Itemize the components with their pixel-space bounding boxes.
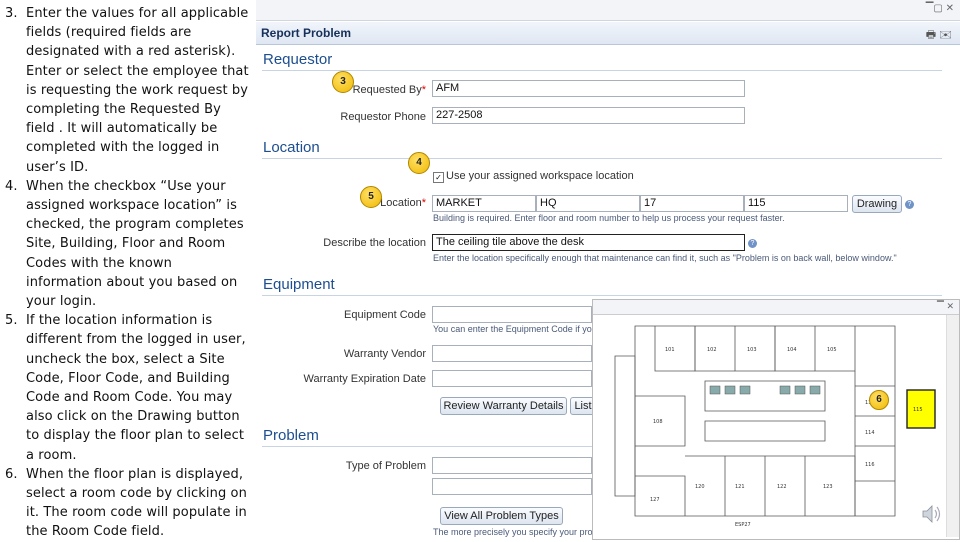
step-badge-3: 3 [332,71,354,93]
svg-text:116: 116 [865,462,875,468]
instruction-text: Enter the values for all applicable fiel… [26,6,249,175]
section-divider [262,70,942,71]
instruction-number: 3. [5,6,18,21]
review-warranty-button[interactable]: Review Warranty Details [440,397,567,415]
problem-hint: The more precisely you specify your prob… [433,527,613,537]
instructions-panel: 3. Enter the values for all applicable fi… [0,0,254,540]
use-workspace-checkbox[interactable]: ✓ [433,172,444,183]
section-equipment: Equipment [263,276,335,293]
window-top-strip: ▔▢ ✕ [256,0,960,21]
instruction-item: 5. If the location information is differe… [0,311,250,465]
view-all-problem-types-button[interactable]: View All Problem Types [440,507,563,525]
equipment-code-hint: You can enter the Equipment Code if you … [433,324,604,334]
instruction-list: 3. Enter the values for all applicable fi… [0,4,254,542]
type-of-problem-input[interactable] [432,457,592,474]
help-icon[interactable]: ? [905,200,914,209]
svg-text:104: 104 [787,347,797,353]
step-badge-5: 5 [360,186,382,208]
instruction-text: When the checkbox “Use your assigned wor… [26,178,244,310]
drawing-button[interactable]: Drawing [852,195,902,213]
building-code-input[interactable]: HQ [536,195,640,212]
svg-text:120: 120 [695,484,705,490]
svg-text:103: 103 [747,347,757,353]
svg-text:123: 123 [823,484,833,490]
warranty-expiration-input[interactable] [432,370,592,387]
svg-text:108: 108 [653,419,663,425]
section-problem: Problem [263,427,319,444]
step-badge-4: 4 [408,152,430,174]
warranty-expiration-label: Warranty Expiration Date [303,373,426,385]
speaker-icon[interactable] [920,503,942,525]
instruction-number: 4. [5,178,18,194]
floor-plan-controls-icon[interactable]: ▔ ✕ [937,301,954,312]
form-title: Report Problem [261,26,352,40]
svg-text:122: 122 [777,484,787,490]
instruction-number: 6. [5,466,18,482]
instruction-item: 6. When the floor plan is displayed, sele… [0,465,250,542]
describe-location-hint: Enter the location specifically enough t… [433,253,897,263]
instruction-text: If the location information is different… [26,313,246,463]
section-divider [262,295,942,296]
requestor-phone-input[interactable]: 227-2508 [432,107,745,124]
type-of-problem-sub-input[interactable] [432,478,592,495]
svg-text:114: 114 [865,430,875,436]
svg-text:105: 105 [827,347,837,353]
floor-plan-scrollbar[interactable] [946,315,959,537]
step-badge-6: 6 [869,390,889,410]
describe-location-input[interactable]: The ceiling tile above the desk [432,234,745,251]
floor-plan-window: ▔ ✕ 101 102 103 104 105 108 114 116 120 … [592,299,960,540]
location-hint: Building is required. Enter floor and ro… [433,213,785,223]
section-divider [262,158,942,159]
describe-location-label: Describe the location [323,237,426,249]
svg-text:115: 115 [913,407,923,413]
use-workspace-label: Use your assigned workspace location [446,170,634,182]
requestor-phone-label: Requestor Phone [340,111,426,123]
warranty-vendor-input[interactable] [432,345,592,362]
instruction-number: 5. [5,313,18,329]
form-titlebar: Report Problem 🖶 ✉ [256,22,960,45]
print-email-icons[interactable]: 🖶 ✉ [926,26,952,45]
floor-plan-titlebar: ▔ ✕ [593,300,959,315]
instruction-item: 4. When the checkbox “Use your assigned w… [0,177,250,311]
svg-text:102: 102 [707,347,717,353]
svg-text:ESP27: ESP27 [735,522,751,528]
window-controls-icon[interactable]: ▔▢ ✕ [926,3,954,14]
svg-text:127: 127 [650,497,660,503]
equipment-code-input[interactable] [432,306,592,323]
type-of-problem-label: Type of Problem [345,460,426,472]
site-code-input[interactable]: MARKET [432,195,536,212]
svg-text:101: 101 [665,347,675,353]
instruction-item: 3. Enter the values for all applicable fi… [0,4,250,177]
section-requestor: Requestor [263,51,333,68]
room-code-input[interactable]: 115 [744,195,848,212]
section-location: Location [263,139,320,156]
warranty-vendor-label: Warranty Vendor [343,348,426,360]
instruction-text: When the floor plan is displayed, select… [26,466,247,540]
svg-text:121: 121 [735,484,745,490]
location-label: Location* [380,197,426,209]
floor-plan-drawing[interactable]: 101102103104105 108112114116 12012112212… [595,316,947,538]
requested-by-input[interactable]: AFM [432,80,745,97]
equipment-code-label: Equipment Code [344,309,426,321]
help-icon[interactable]: ? [748,239,757,248]
floor-code-input[interactable]: 17 [640,195,744,212]
